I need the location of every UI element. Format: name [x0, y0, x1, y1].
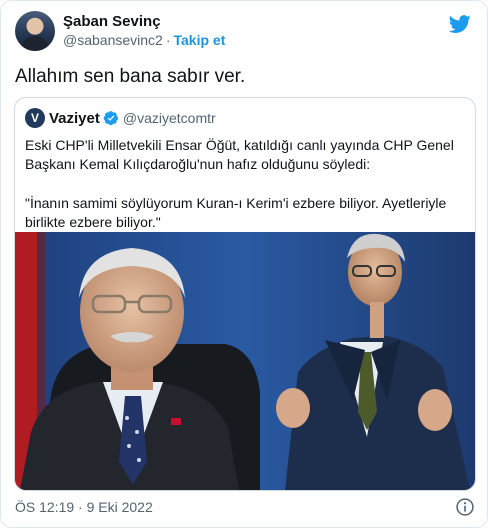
quoted-author-handle: @vaziyetcomtr	[122, 110, 216, 126]
separator-dot: ·	[165, 32, 171, 48]
verified-badge-icon	[103, 111, 118, 126]
tweet-text: Allahım sen bana sabır ver.	[15, 66, 246, 87]
tweet-footer: ÖS 12:19 · 9 Eki 2022	[15, 497, 475, 517]
author-block: Şaban Sevinç @sabansevinc2 · Takip et	[63, 12, 225, 50]
avatar[interactable]	[15, 11, 55, 51]
quoted-paragraph-1: Eski CHP'li Milletvekili Ensar Öğüt, kat…	[25, 137, 454, 172]
quoted-author-name: Vaziyet	[49, 109, 100, 127]
follow-button[interactable]: Takip et	[174, 32, 226, 48]
author-name[interactable]: Şaban Sevinç	[63, 12, 225, 31]
tweet-header: Şaban Sevinç @sabansevinc2 · Takip et	[15, 11, 475, 55]
author-handle[interactable]: @sabansevinc2	[63, 32, 163, 48]
quoted-tweet-header: V Vaziyet @vaziyetcomtr	[25, 108, 216, 128]
quoted-paragraph-2: "İnanın samimi söylüyorum Kuran-ı Kerim'…	[25, 195, 447, 230]
quoted-tweet[interactable]: V Vaziyet @vaziyetcomtr Eski CHP'li Millet…	[14, 97, 476, 491]
handle-row: @sabansevinc2 · Takip et	[63, 31, 225, 50]
twitter-bird-icon[interactable]	[449, 13, 471, 35]
tweet-embed-card: Şaban Sevinç @sabansevinc2 · Takip et Alla…	[0, 0, 488, 528]
quoted-tweet-photo[interactable]	[15, 232, 475, 490]
tweet-timestamp[interactable]: ÖS 12:19 · 9 Eki 2022	[15, 499, 153, 515]
vaziyet-logo: V	[25, 108, 45, 128]
info-icon[interactable]	[455, 497, 475, 517]
quoted-tweet-text: Eski CHP'li Milletvekili Ensar Öğüt, kat…	[25, 136, 465, 232]
